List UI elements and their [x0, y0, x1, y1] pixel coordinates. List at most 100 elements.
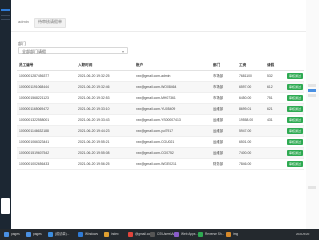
panel-item[interactable]	[308, 186, 316, 189]
table-cell-date: 2021-06-20 19:33:10	[78, 107, 110, 111]
tab-home[interactable]: admin	[18, 18, 29, 26]
right-panel	[306, 0, 319, 229]
table-row: 1000001165069472 2021-06-20 19:33:10 xxx@g…	[17, 104, 304, 115]
table-cell-salary: 19558.00	[239, 118, 254, 122]
sidebar-card	[1, 198, 10, 214]
table-cell-salary: 6450.00	[239, 96, 252, 100]
table-row: 1000001287456377 2021-06-20 19:32:25 xxx@g…	[17, 71, 304, 82]
taskbar-item[interactable]: Web Apps ...	[174, 231, 199, 238]
panel-item[interactable]	[308, 84, 316, 87]
table-cell-account: xxx@gmail.com-YS00007413	[136, 118, 181, 122]
table-cell-date: 2021-06-20 19:32:25	[78, 74, 110, 78]
column-header: 部门	[213, 63, 221, 67]
approve-button[interactable]: 审核通过	[287, 150, 303, 156]
taskbar-item-label: Reverse Sh...	[205, 232, 225, 236]
approve-button[interactable]: 审核通过	[287, 161, 303, 167]
table-cell-leave: 431	[267, 118, 273, 122]
table-row: 1000001568221123 2021-06-20 19:32:53 xxx@g…	[17, 93, 304, 104]
table-cell-leave: 612	[267, 85, 273, 89]
table-cell-account: xxx@gmail.com-MH07361	[136, 96, 176, 100]
table-cell-dept: 市场部	[213, 85, 224, 89]
approve-button[interactable]: 审核通过	[287, 117, 303, 123]
taskbar-item[interactable]: Reverse Sh...	[198, 231, 224, 238]
table-cell-date: 2021-06-20 19:33:43	[78, 118, 110, 122]
department-select[interactable]: 全部部门请假 ▾	[18, 47, 128, 54]
column-header: 账户	[136, 63, 144, 67]
panel-item[interactable]	[308, 94, 316, 97]
taskbar-item[interactable]: pages	[4, 231, 20, 238]
taskbar-item-label: Web Apps ...	[181, 232, 200, 236]
taskbar-item-label: img	[233, 232, 239, 236]
table-cell-salary: 6501.00	[239, 140, 252, 144]
file-icon	[104, 231, 109, 237]
approve-button[interactable]: 审核通过	[287, 106, 303, 112]
taskbar-item[interactable]: index	[104, 231, 119, 238]
terminal-icon	[150, 231, 155, 237]
table-cell-id: 1000001568221123	[19, 96, 49, 100]
taskbar-item[interactable]: img	[226, 231, 238, 238]
table-cell-salary: 6597.00	[239, 85, 252, 89]
table-cell-dept: 运维部	[213, 107, 224, 111]
table-cell-account: xxx@gmail.com-CG0752	[136, 151, 174, 155]
table-cell-account: xxx@gmail.com-CGU021	[136, 140, 175, 144]
table-cell-salary: 7400.00	[239, 151, 252, 155]
chevron-down-icon: ▾	[121, 49, 124, 54]
shell-icon	[198, 231, 203, 237]
table-cell-dept: 财务部	[213, 162, 224, 166]
left-sidebar	[0, 0, 11, 229]
panel-item[interactable]	[308, 89, 316, 92]
approve-button[interactable]: 审核通过	[287, 84, 303, 90]
chrome-icon	[128, 231, 133, 237]
table-cell-leave: 751	[267, 96, 273, 100]
table-cell-leave	[267, 137, 285, 147]
table-header: 员工编号 入职时间 账户 部门 工资 请假	[17, 60, 304, 71]
table-cell-id: 1000001165069472	[19, 107, 49, 111]
approve-button[interactable]: 审核通过	[287, 139, 303, 145]
folder-icon	[4, 231, 9, 237]
table-cell-id: 1000001066323441	[19, 140, 50, 144]
sidebar-item[interactable]	[1, 19, 10, 20]
table-cell-leave: 532	[267, 74, 273, 78]
browser-icon	[48, 231, 53, 237]
table-cell-account: xxx@gmail.com-YU05409	[136, 107, 176, 111]
table-cell-id: 1000001519607542	[19, 151, 50, 155]
table-cell-date: 2021-06-20 19:44:23	[78, 129, 110, 133]
tray-clock: 2021/6/20	[296, 232, 310, 236]
taskbar-item-label: index	[111, 232, 119, 236]
taskbar-item[interactable]: pages	[26, 231, 42, 238]
table-cell-dept: 市场部	[213, 74, 224, 78]
table-cell-date: 2021-06-20 19:55:08	[78, 151, 110, 155]
window-icon	[78, 231, 83, 237]
table-cell-id: 1000001322558001	[19, 118, 50, 122]
approve-button[interactable]: 审核通过	[287, 95, 303, 101]
taskbar-item-label: (成绩单)...	[55, 232, 70, 236]
table-cell-dept: 运维部	[213, 151, 224, 155]
table-cell-leave	[267, 159, 285, 169]
table-cell-salary: 5947.00	[239, 129, 252, 133]
approve-button[interactable]: 审核通过	[287, 73, 303, 79]
table-cell-account: xxx@gmail.com-admin	[136, 74, 171, 78]
table-row: 1000001146632188 2021-06-20 19:44:23 xxx@g…	[17, 126, 304, 137]
column-header: 请假	[267, 63, 275, 67]
table-row: 1000001519607542 2021-06-20 19:55:08 xxx@g…	[17, 148, 304, 159]
table-cell-salary: 7681100	[239, 74, 252, 78]
taskbar-item[interactable]: (成绩单)...	[48, 231, 69, 238]
table-row: 1000001322558001 2021-06-20 19:33:43 xxx@g…	[17, 115, 304, 126]
table-cell-date: 2021-06-20 19:32:46	[78, 85, 110, 89]
table-cell-id: 1000001002656433	[19, 162, 50, 166]
sidebar-item[interactable]	[1, 15, 10, 16]
image-icon	[226, 231, 231, 237]
table-cell-account: xxx@gmail.com-yui7917	[136, 129, 173, 133]
taskbar-item-label: pages	[11, 232, 20, 236]
taskbar-item[interactable]: Windows	[78, 231, 98, 238]
column-header: 入职时间	[78, 63, 93, 67]
department-select-value: 全部部门请假	[22, 49, 46, 54]
tab-bar: admin 待审核请假单	[11, 13, 306, 32]
table-cell-salary: 7846.00	[239, 162, 252, 166]
column-header: 工资	[239, 63, 247, 67]
table-cell-leave	[267, 126, 285, 136]
table-cell-dept: 运维部	[213, 118, 224, 122]
approve-button[interactable]: 审核通过	[287, 128, 303, 134]
tab-current[interactable]: 待审核请假单	[34, 18, 66, 28]
table-cell-dept: 运维部	[213, 129, 224, 133]
